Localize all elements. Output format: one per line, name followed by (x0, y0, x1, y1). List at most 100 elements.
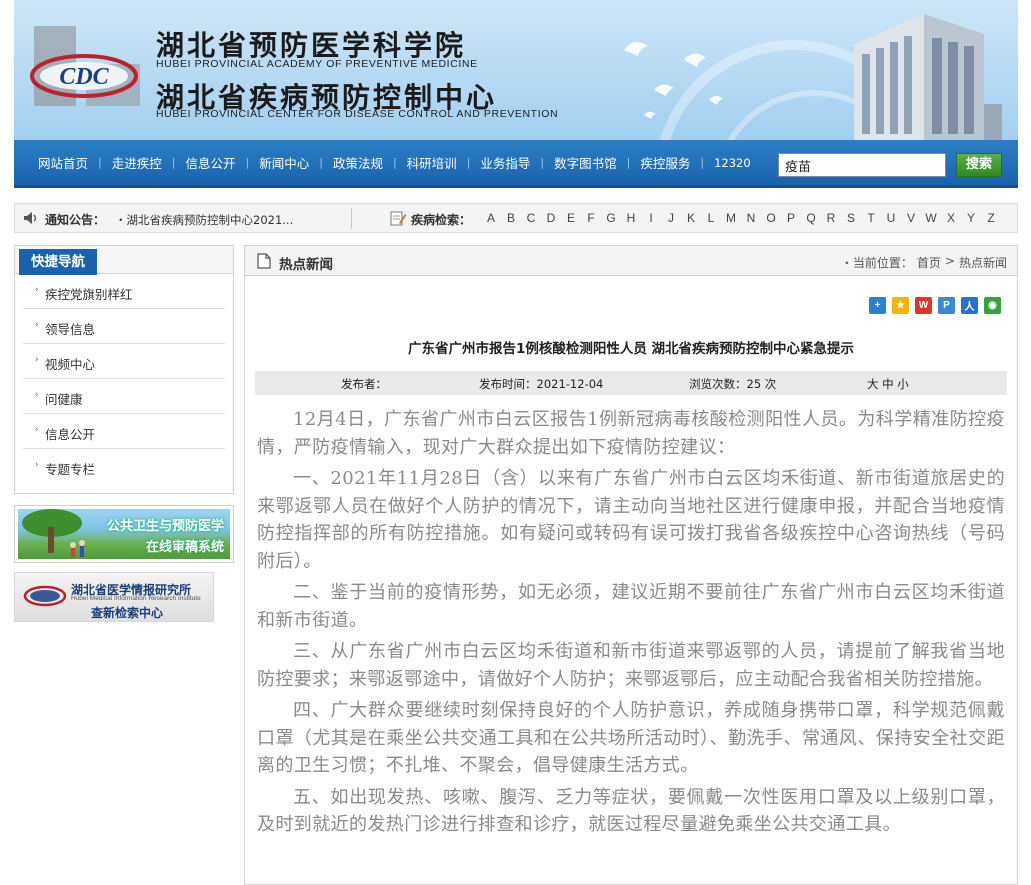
share-wechat-icon[interactable]: ◉ (984, 297, 1001, 314)
article-paragraph: 五、如出现发热、咳嗽、腹泻、乏力等症状，要佩戴一次性医用口罩及以上级别口罩，及时… (257, 786, 1005, 836)
quick-nav-item-health-qa[interactable]: › 问健康 (23, 379, 225, 414)
disease-letter-r[interactable]: R (821, 211, 841, 225)
header-banner: CDC 湖北省预防医学科学院 HUBEI PROVINCIAL ACADEMY … (14, 0, 1018, 140)
novelty-search-banner[interactable]: 湖北省医学情报研究所 Hubei Medical Information Res… (14, 572, 214, 622)
nav-guidance[interactable]: 业务指导 (470, 153, 540, 172)
search-button[interactable]: 搜索 (956, 153, 1002, 177)
novelty-search-center: 查新检索中心 (91, 606, 164, 620)
article-body: 12月4日，广东省广州市白云区报告1例新冠病毒核酸检测阳性人员。为科学精准防控疫… (257, 406, 1005, 843)
quick-nav-item-party[interactable]: › 疾控党旗别样红 (23, 274, 225, 309)
disease-letter-m[interactable]: M (721, 211, 741, 225)
novelty-search-subtitle: Hubei Medical Information Research Insti… (71, 595, 201, 602)
nav-home[interactable]: 网站首页 (28, 153, 98, 172)
quick-nav-item-info-public[interactable]: › 信息公开 (23, 414, 225, 449)
tree-family-illustration (22, 509, 85, 557)
disease-letter-y[interactable]: Y (961, 211, 981, 225)
disease-letter-i[interactable]: I (641, 211, 661, 225)
breadcrumb-separator: > (944, 254, 955, 268)
document-icon (257, 253, 271, 269)
journal-review-banner[interactable]: 公共卫生与预防医学 在线审稿系统 (14, 505, 234, 563)
disease-letter-f[interactable]: F (581, 211, 601, 225)
quick-nav-item-label: 信息公开 (45, 427, 96, 442)
disease-letter-o[interactable]: O (761, 211, 781, 225)
quick-nav-header: 快捷导航 (15, 246, 233, 275)
share-tencent-weibo-icon[interactable]: P (938, 297, 955, 314)
disease-letter-c[interactable]: C (521, 211, 541, 225)
disease-letter-h[interactable]: H (621, 211, 641, 225)
share-weibo-icon[interactable]: W (915, 297, 932, 314)
disease-letter-x[interactable]: X (941, 211, 961, 225)
disease-letter-v[interactable]: V (901, 211, 921, 225)
share-more-icon[interactable]: + (869, 297, 886, 314)
quick-nav-list: › 疾控党旗别样红 › 领导信息 › 视频中心 › 问健康 › 信息公开 › 专题专栏 (15, 274, 233, 484)
arrow-right-icon: › (35, 425, 39, 435)
notice-bar: 通知公告： ・湖北省疾病预防控制中心2021... 疾病检索： ABCDEFGH… (14, 203, 1018, 233)
notice-marquee-link[interactable]: ・湖北省疾病预防控制中心2021... (115, 212, 345, 228)
arrow-right-icon: › (35, 460, 39, 470)
disease-letter-q[interactable]: Q (801, 211, 821, 225)
disease-letter-u[interactable]: U (881, 211, 901, 225)
journal-review-banner-image: 公共卫生与预防医学 在线审稿系统 (18, 509, 230, 559)
quick-nav-item-label: 疾控党旗别样红 (45, 287, 133, 302)
meta-publisher: 发布者： (341, 377, 387, 391)
disease-letter-s[interactable]: S (841, 211, 861, 225)
meta-date: 发布时间：2021-12-04 (479, 377, 604, 391)
disease-search-label: 疾病检索： (411, 213, 472, 227)
breadcrumb-prefix: ・当前位置： (840, 256, 913, 270)
nav-about[interactable]: 走进疾控 (102, 153, 172, 172)
share-renren-icon[interactable]: 人 (961, 297, 978, 314)
disease-letter-b[interactable]: B (501, 211, 521, 225)
disease-letter-p[interactable]: P (781, 211, 801, 225)
disease-letter-w[interactable]: W (921, 211, 941, 225)
meta-views: 浏览次数：25 次 (689, 377, 777, 391)
search-input[interactable] (778, 153, 946, 177)
quick-nav-item-video[interactable]: › 视频中心 (23, 344, 225, 379)
font-size-switcher[interactable]: 大 中 小 (867, 376, 909, 392)
article-panel-header: 热点新闻 ・当前位置： 首页 > 热点新闻 (245, 246, 1017, 276)
article-title: 广东省广州市报告1例核酸检测阳性人员 湖北省疾病预防控制中心紧急提示 (407, 341, 855, 357)
nav-hotline[interactable]: 12320 (704, 156, 761, 170)
journal-review-line2: 在线审稿系统 (145, 540, 224, 555)
share-qzone-icon[interactable]: ★ (892, 297, 909, 314)
quick-nav-item-leaders[interactable]: › 领导信息 (23, 309, 225, 344)
disease-letter-k[interactable]: K (681, 211, 701, 225)
nav-library[interactable]: 数字图书馆 (544, 153, 627, 172)
doves-decoration (624, 41, 723, 119)
nav-info-public[interactable]: 信息公开 (175, 153, 245, 172)
disease-letter-n[interactable]: N (741, 211, 761, 225)
disease-letter-z[interactable]: Z (981, 211, 1001, 225)
section-title: 热点新闻 (279, 257, 333, 273)
nav-items: 网站首页 | 走进疾控 | 信息公开 | 新闻中心 | 政策法规 | 科研培训 | 业务指导… (28, 140, 761, 185)
logo-text: CDC (59, 64, 109, 90)
disease-letter-d[interactable]: D (541, 211, 561, 225)
nav-news[interactable]: 新闻中心 (249, 153, 319, 172)
breadcrumb-home[interactable]: 首页 (917, 254, 941, 271)
disease-letter-e[interactable]: E (561, 211, 581, 225)
breadcrumb: ・当前位置： 首页 > 热点新闻 (841, 254, 1007, 271)
disease-letter-g[interactable]: G (601, 211, 621, 225)
nav-services[interactable]: 疾控服务 (630, 153, 700, 172)
article-paragraph: 二、鉴于当前的疫情形势，如无必须，建议近期不要前往广东省广州市白云区均禾街道和新… (257, 582, 1005, 631)
arrow-right-icon: › (35, 355, 39, 365)
main-nav: 网站首页 | 走进疾控 | 信息公开 | 新闻中心 | 政策法规 | 科研培训 | 业务指导… (14, 140, 1018, 188)
article-meta-bar: 发布者： 发布时间：2021-12-04 浏览次数：25 次 大 中 小 (255, 371, 1007, 395)
article-paragraph: 三、从广东省广州市白云区均禾街道和新市街道来鄂返鄂的人员，请提前了解我省当地防控… (257, 641, 1005, 690)
cdc-small-logo (23, 585, 67, 607)
disease-letter-j[interactable]: J (661, 211, 681, 225)
title-en-academy: HUBEI PROVINCIAL ACADEMY OF PREVENTIVE M… (156, 58, 478, 70)
arrow-right-icon: › (35, 320, 39, 330)
article-paragraph: 四、广大群众要继续时刻保持良好的个人防护意识，养成随身携带口罩，科学规范佩戴口罩… (257, 700, 1005, 776)
quick-nav-item-topics[interactable]: › 专题专栏 (23, 449, 225, 484)
disease-letter-t[interactable]: T (861, 211, 881, 225)
quick-nav-item-label: 专题专栏 (45, 462, 96, 477)
nav-research[interactable]: 科研培训 (397, 153, 467, 172)
quick-nav-item-label: 视频中心 (45, 357, 96, 372)
article-panel: 热点新闻 ・当前位置： 首页 > 热点新闻 + ★ W P 人 ◉ 广东省广州市… (244, 245, 1018, 885)
breadcrumb-current[interactable]: 热点新闻 (959, 254, 1007, 271)
disease-letter-l[interactable]: L (701, 211, 721, 225)
disease-letter-a[interactable]: A (481, 211, 501, 225)
notice-label: 通知公告： (45, 213, 106, 227)
arrow-right-icon: › (35, 285, 39, 295)
cdc-logo: CDC (26, 24, 144, 110)
nav-policy[interactable]: 政策法规 (323, 153, 393, 172)
